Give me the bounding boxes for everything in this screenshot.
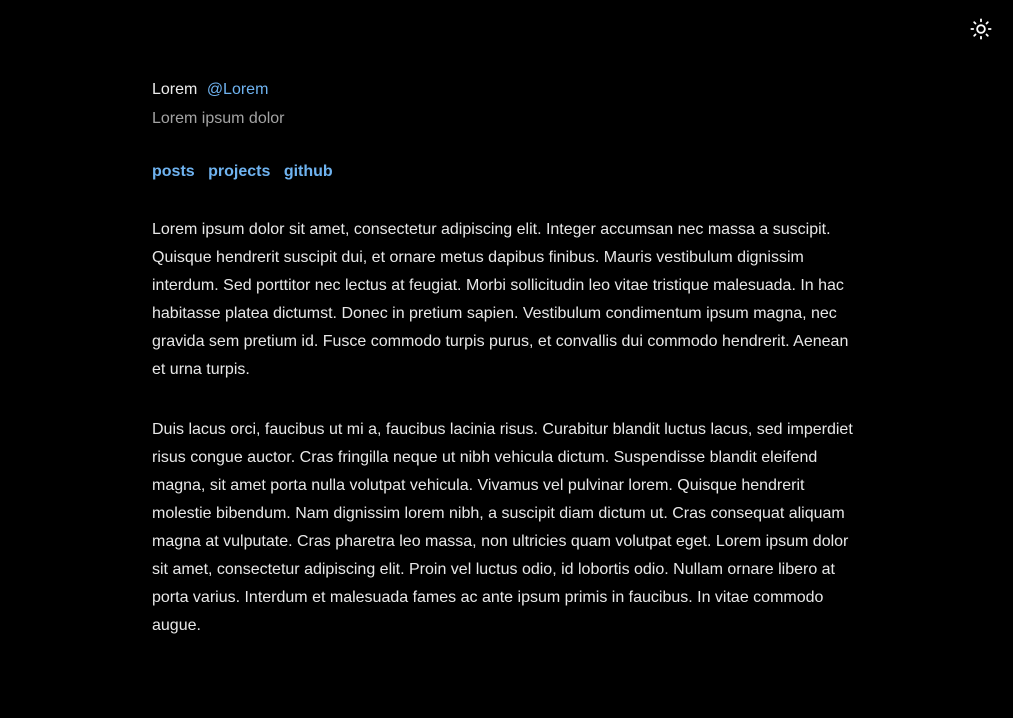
- theme-toggle-button[interactable]: [969, 17, 993, 41]
- content-paragraph: Lorem ipsum dolor sit amet, consectetur …: [152, 221, 849, 378]
- content-body: Lorem ipsum dolor sit amet, consectetur …: [152, 216, 864, 640]
- main-container: Lorem @Lorem Lorem ipsum dolor posts pro…: [152, 78, 864, 672]
- content-paragraph: Duis lacus orci, faucibus ut mi a, fauci…: [152, 421, 853, 634]
- sun-icon: [970, 18, 992, 40]
- nav-link-projects[interactable]: projects: [208, 163, 270, 180]
- profile-name: Lorem: [152, 81, 198, 98]
- profile-header: Lorem @Lorem: [152, 78, 864, 102]
- profile-handle-link[interactable]: @Lorem: [207, 81, 269, 98]
- profile-bio: Lorem ipsum dolor: [152, 110, 285, 127]
- nav-link-github[interactable]: github: [284, 163, 333, 180]
- main-nav: posts projects github: [152, 160, 864, 184]
- nav-link-posts[interactable]: posts: [152, 163, 195, 180]
